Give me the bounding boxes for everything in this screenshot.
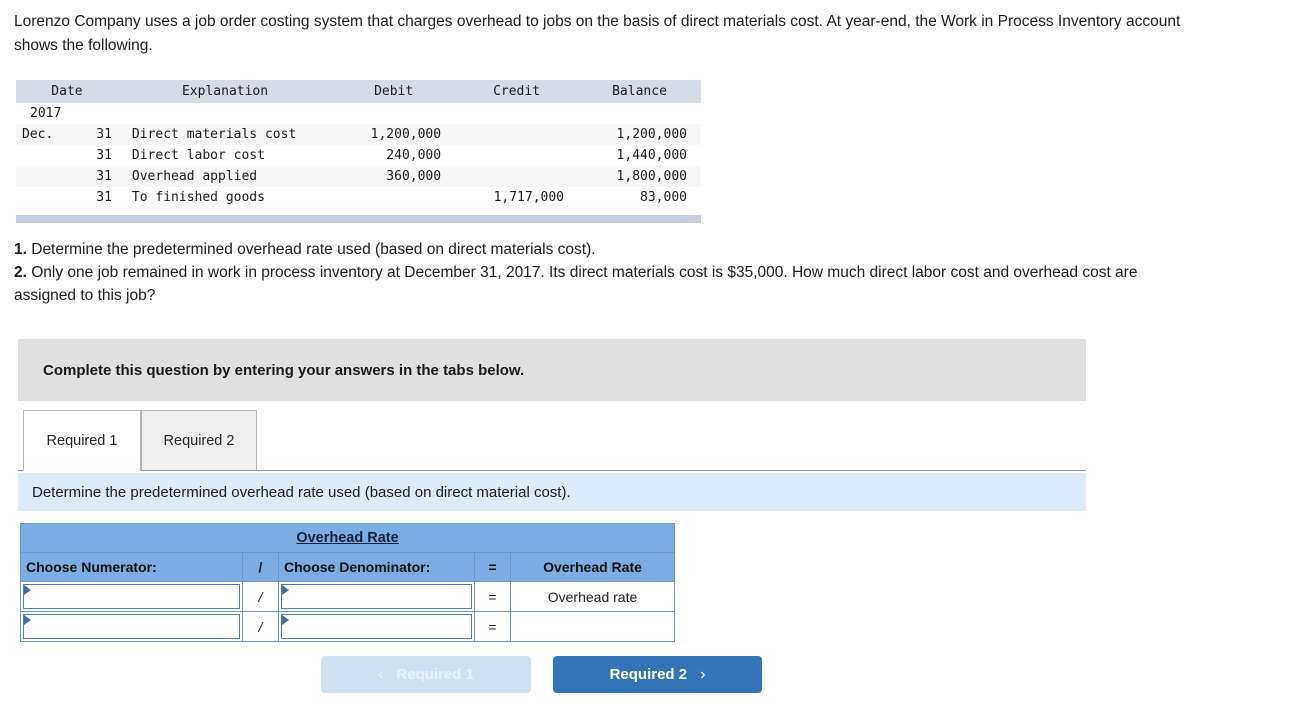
overhead-rate-title-text: Overhead Rate — [296, 530, 399, 546]
tab-required-1-label: Required 1 — [46, 432, 118, 449]
numerator-cell-row1[interactable] — [20, 581, 243, 612]
dropdown-triangle-icon — [24, 585, 31, 595]
requirement-2: 2. Only one job remained in work in proc… — [14, 261, 1184, 307]
row-balance: 1,440,000 — [578, 145, 701, 166]
row-day: 31 — [80, 187, 118, 208]
chevron-right-icon: › — [700, 665, 706, 683]
requirement-1-number: 1. — [14, 241, 27, 258]
row-balance: 1,800,000 — [578, 166, 701, 187]
overhead-rate-title: Overhead Rate — [20, 523, 675, 553]
column-header-balance: Balance — [578, 80, 701, 103]
table-row: 31 Direct labor cost 240,000 1,440,000 — [16, 145, 701, 166]
tab-bar: Required 1 Required 2 — [18, 410, 1086, 471]
row-day: 31 — [80, 166, 118, 187]
previous-required-button[interactable]: ‹ Required 1 — [321, 656, 531, 693]
table-row: / = Overhead rate — [20, 581, 675, 612]
task-instruction-bar: Determine the predetermined overhead rat… — [18, 473, 1086, 511]
overhead-rate-result-row2 — [510, 611, 675, 642]
requirements-list: 1. Determine the predetermined overhead … — [14, 238, 1184, 307]
equals-row2: = — [474, 611, 511, 642]
next-required-button[interactable]: Required 2 › — [553, 656, 762, 693]
denominator-cell-row2[interactable] — [278, 611, 475, 642]
header-choose-denominator: Choose Denominator: — [278, 552, 475, 582]
tab-bottom-rule — [18, 470, 1086, 471]
equals-row1: = — [474, 581, 511, 612]
table-row: / = — [20, 611, 675, 642]
column-header-explanation: Explanation — [117, 80, 333, 103]
ledger-bottom-rule — [16, 215, 701, 223]
task-instruction-text: Determine the predetermined overhead rat… — [32, 483, 571, 501]
table-row: Dec. 31 Direct materials cost 1,200,000 … — [16, 124, 701, 145]
column-header-date: Date — [16, 80, 118, 103]
dropdown-triangle-icon — [282, 615, 289, 625]
tab-required-2-label: Required 2 — [163, 432, 235, 449]
header-overhead-rate: Overhead Rate — [510, 552, 675, 582]
column-header-credit: Credit — [455, 80, 579, 103]
denominator-input-row2[interactable] — [281, 614, 472, 639]
slash-row2: / — [242, 611, 279, 642]
row-day: 31 — [80, 124, 118, 145]
previous-required-button-label: Required 1 — [396, 666, 474, 683]
ledger-table: Date Explanation Debit Credit Balance 20… — [16, 80, 701, 208]
requirement-2-text: Only one job remained in work in process… — [14, 264, 1138, 304]
tab-required-1[interactable]: Required 1 — [23, 410, 141, 471]
overhead-rate-title-row: Overhead Rate — [20, 523, 675, 553]
chevron-left-icon: ‹ — [378, 665, 384, 683]
row-day: 31 — [80, 145, 118, 166]
row-debit: 360,000 — [332, 166, 456, 187]
next-required-button-label: Required 2 — [609, 666, 688, 683]
numerator-cell-row2[interactable] — [20, 611, 243, 642]
row-debit: 240,000 — [332, 145, 456, 166]
tab-required-2[interactable]: Required 2 — [141, 410, 257, 470]
column-header-debit: Debit — [332, 80, 456, 103]
ledger-header-row: Date Explanation Debit Credit Balance — [16, 80, 701, 103]
overhead-rate-table: Overhead Rate Choose Numerator: / Choose… — [20, 523, 675, 642]
header-equals: = — [474, 552, 511, 582]
slash-row1: / — [242, 581, 279, 612]
requirement-1-text: Determine the predetermined overhead rat… — [26, 241, 596, 258]
header-slash: / — [242, 552, 279, 582]
requirement-1: 1. Determine the predetermined overhead … — [14, 238, 1184, 261]
row-credit — [455, 166, 579, 187]
overhead-rate-result-row1: Overhead rate — [510, 581, 675, 612]
row-debit: 1,200,000 — [332, 124, 456, 145]
row-balance: 83,000 — [578, 187, 701, 208]
work-in-process-ledger: Date Explanation Debit Credit Balance 20… — [16, 80, 701, 223]
ledger-year-row: 2017 — [16, 103, 701, 124]
row-month — [16, 166, 81, 187]
row-credit — [455, 145, 579, 166]
row-credit: 1,717,000 — [455, 187, 579, 208]
row-credit — [455, 124, 579, 145]
row-month — [16, 145, 81, 166]
denominator-input-row1[interactable] — [281, 584, 472, 609]
row-explanation: Overhead applied — [117, 166, 333, 187]
problem-statement: Lorenzo Company uses a job order costing… — [14, 13, 1181, 54]
row-debit — [332, 187, 456, 208]
instructions-banner: Complete this question by entering your … — [18, 339, 1086, 401]
table-row: 31 Overhead applied 360,000 1,800,000 — [16, 166, 701, 187]
numerator-input-row2[interactable] — [23, 614, 240, 639]
overhead-rate-header-row: Choose Numerator: / Choose Denominator: … — [20, 552, 675, 582]
row-explanation: Direct materials cost — [117, 124, 333, 145]
header-choose-numerator: Choose Numerator: — [20, 552, 243, 582]
requirement-2-number: 2. — [14, 264, 27, 281]
instructions-banner-text: Complete this question by entering your … — [43, 361, 525, 379]
row-month: Dec. — [16, 124, 81, 145]
dropdown-triangle-icon — [24, 615, 31, 625]
denominator-cell-row1[interactable] — [278, 581, 475, 612]
table-row: 31 To finished goods 1,717,000 83,000 — [16, 187, 701, 208]
ledger-year: 2017 — [16, 103, 81, 124]
row-explanation: Direct labor cost — [117, 145, 333, 166]
row-month — [16, 187, 81, 208]
numerator-input-row1[interactable] — [23, 584, 240, 609]
row-explanation: To finished goods — [117, 187, 333, 208]
row-balance: 1,200,000 — [578, 124, 701, 145]
dropdown-triangle-icon — [282, 585, 289, 595]
